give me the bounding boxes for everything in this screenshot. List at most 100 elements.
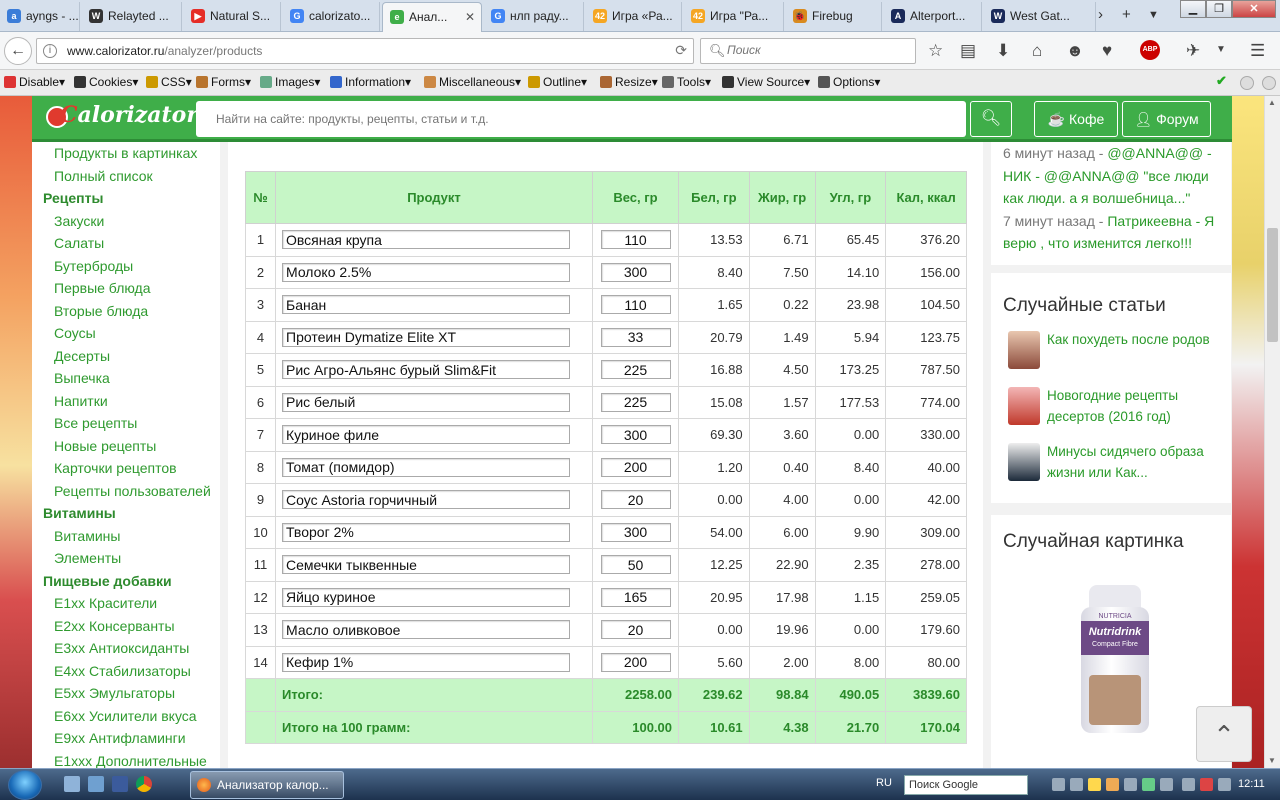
language-indicator[interactable]: RU [876, 777, 892, 789]
extension-menu-icon[interactable]: ▼ [1216, 44, 1226, 55]
sidebar-link[interactable]: Рецепты пользователей [32, 480, 220, 503]
minimize-button[interactable]: ▁ [1180, 0, 1206, 18]
product-name-input[interactable] [282, 587, 570, 607]
devbar-menu-images[interactable]: Images▾ [260, 75, 320, 89]
product-image[interactable]: Nutridrink NUTRICIA Compact Fibre [1081, 585, 1149, 735]
sidebar-link[interactable]: Выпечка [32, 367, 220, 390]
comment-user[interactable]: Патрикеевна [1107, 213, 1191, 229]
weight-input[interactable] [600, 360, 671, 380]
menu-icon[interactable]: ☰ [1250, 41, 1265, 61]
sidebar-link[interactable]: Бутерброды [32, 255, 220, 278]
site-logo[interactable]: Calorizator [60, 102, 198, 128]
sidebar-link[interactable]: E5xx Эмульгаторы [32, 682, 220, 705]
devbar-status-icon-1[interactable] [1240, 76, 1254, 90]
site-search-button[interactable]: 🔍︎ [970, 101, 1012, 137]
weight-input[interactable] [600, 490, 671, 510]
taskbar-search-box[interactable]: Поиск Google [904, 775, 1028, 795]
devbar-menu-css[interactable]: CSS▾ [146, 75, 192, 89]
product-name-input[interactable] [282, 555, 570, 575]
sidebar-link[interactable]: Элементы [32, 547, 220, 570]
bookmark-star-icon[interactable]: ☆ [928, 41, 943, 61]
article-thumbnail[interactable] [1008, 443, 1040, 481]
product-name-input[interactable] [282, 652, 570, 672]
chrome-icon[interactable] [136, 776, 152, 792]
tab-close-icon[interactable]: ✕ [465, 3, 475, 31]
reading-list-icon[interactable]: ▤ [960, 41, 976, 61]
product-name-input[interactable] [282, 392, 570, 412]
sidebar-category[interactable]: Пищевые добавки [32, 570, 220, 593]
home-icon[interactable]: ⌂ [1032, 41, 1042, 61]
browser-tab[interactable]: ▶ Natural S... [184, 2, 281, 31]
product-name-input[interactable] [282, 620, 570, 640]
sidebar-link[interactable]: E1xx Красители [32, 592, 220, 615]
restore-button[interactable]: ❐ [1206, 0, 1232, 18]
browser-search-input[interactable] [727, 43, 907, 57]
sidebar-link[interactable]: Закуски [32, 210, 220, 233]
taskbar-firefox-app[interactable]: Анализатор калор... [190, 771, 344, 799]
close-window-button[interactable]: ✕ [1232, 0, 1276, 18]
devbar-menu-miscellaneous[interactable]: Miscellaneous▾ [424, 75, 521, 89]
product-name-input[interactable] [282, 425, 570, 445]
weight-input[interactable] [600, 295, 671, 315]
save-icon[interactable] [112, 776, 128, 792]
explorer-icon[interactable] [88, 776, 104, 792]
sidebar-link[interactable]: Витамины [32, 525, 220, 548]
site-info-icon[interactable]: i [43, 44, 57, 58]
devbar-ok-icon[interactable]: ✔ [1216, 73, 1230, 88]
scroll-down-arrow-icon[interactable]: ▼ [1268, 756, 1276, 765]
weight-input[interactable] [600, 555, 671, 575]
sidebar-link[interactable]: Соусы [32, 322, 220, 345]
site-search-input[interactable] [196, 101, 966, 137]
forum-button[interactable]: 👤︎ Форум [1122, 101, 1211, 137]
browser-tab[interactable]: W West Gat... [984, 2, 1096, 31]
sidebar-link[interactable]: E3xx Антиоксиданты [32, 637, 220, 660]
browser-tab[interactable]: e Анал... ✕ [382, 2, 482, 32]
network-icon[interactable] [1182, 778, 1195, 791]
article-thumbnail[interactable] [1008, 387, 1040, 425]
scroll-up-arrow-icon[interactable]: ▲ [1268, 98, 1276, 107]
scroll-to-top-button[interactable]: ⌃ [1196, 706, 1252, 762]
product-name-input[interactable] [282, 262, 570, 282]
sidebar-link[interactable]: Продукты в картинках [32, 142, 220, 165]
tray-icon-7[interactable] [1160, 778, 1173, 791]
system-clock[interactable]: 12:11 [1238, 778, 1265, 790]
weight-input[interactable] [600, 457, 671, 477]
back-button[interactable]: ← [4, 37, 32, 65]
sidebar-link[interactable]: Напитки [32, 390, 220, 413]
tray-icon-2[interactable] [1070, 778, 1083, 791]
sidebar-link[interactable]: Салаты [32, 232, 220, 255]
sidebar-link[interactable]: E6xx Усилители вкуса [32, 705, 220, 728]
sidebar-link[interactable]: Десерты [32, 345, 220, 368]
chat-icon[interactable]: ☻ [1066, 41, 1084, 61]
sidebar-link[interactable]: Карточки рецептов [32, 457, 220, 480]
scrollbar-thumb[interactable] [1267, 228, 1278, 342]
sidebar-link[interactable]: Все рецепты [32, 412, 220, 435]
tray-icon-3[interactable] [1088, 778, 1101, 791]
volume-icon[interactable] [1218, 778, 1231, 791]
show-desktop-icon[interactable] [64, 776, 80, 792]
sidebar-link[interactable]: E9xx Антифламинги [32, 727, 220, 750]
product-name-input[interactable] [282, 230, 570, 250]
weight-input[interactable] [600, 620, 671, 640]
weight-input[interactable] [600, 230, 671, 250]
flag-icon[interactable] [1200, 778, 1213, 791]
devbar-menu-view-source[interactable]: View Source▾ [722, 75, 810, 89]
browser-tab[interactable]: 42 Игра "Ра... [684, 2, 784, 31]
product-name-input[interactable] [282, 360, 570, 380]
pocket-icon[interactable]: ♥ [1102, 41, 1112, 61]
coffee-button[interactable]: ☕ Кофе [1034, 101, 1118, 137]
article-title[interactable]: Новогодние рецепты десертов (2016 год) [1047, 388, 1178, 424]
article-title[interactable]: Минусы сидячего образа жизни или Как... [1047, 444, 1204, 480]
weight-input[interactable] [600, 587, 671, 607]
weight-input[interactable] [600, 392, 671, 412]
url-bar[interactable]: i www.calorizator.ru/analyzer/products ⟳ [36, 38, 694, 64]
article-thumbnail[interactable] [1008, 331, 1040, 369]
product-name-input[interactable] [282, 490, 570, 510]
random-article-link[interactable]: Минусы сидячего образа жизни или Как... [991, 441, 1231, 497]
devbar-menu-information[interactable]: Information▾ [330, 75, 411, 89]
sidebar-link[interactable]: E1xxx Дополнительные [32, 750, 220, 769]
browser-tab[interactable]: A Alterport... [884, 2, 982, 31]
devbar-menu-disable[interactable]: Disable▾ [4, 75, 65, 89]
sidebar-link[interactable]: E4xx Стабилизаторы [32, 660, 220, 683]
product-name-input[interactable] [282, 457, 570, 477]
